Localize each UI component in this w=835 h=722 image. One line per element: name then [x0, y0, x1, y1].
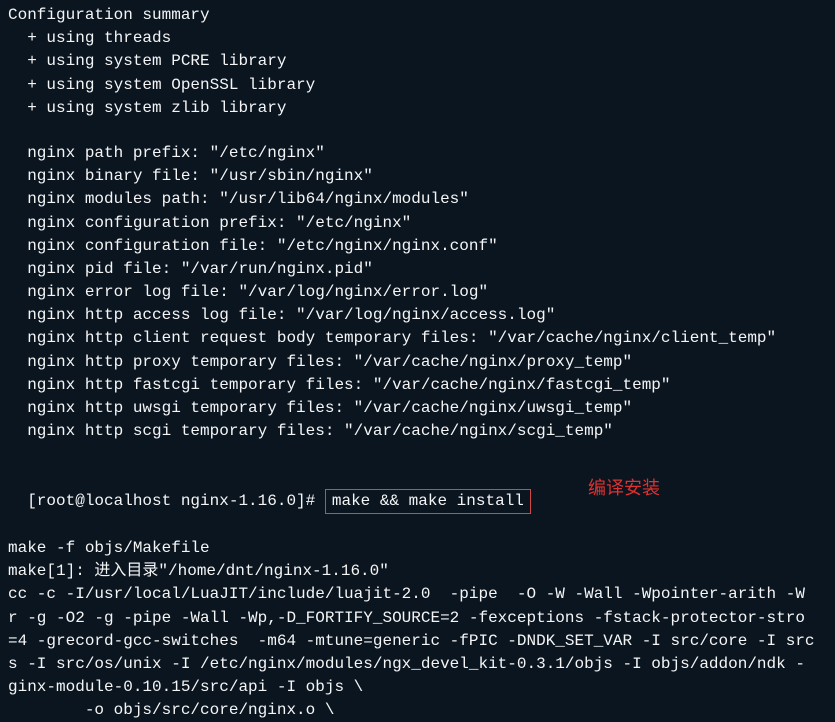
build-output-line: r -g -O2 -g -pipe -Wall -Wp,-D_FORTIFY_S…: [8, 607, 827, 630]
config-line: nginx http client request body temporary…: [8, 327, 827, 350]
build-output-line: ginx-module-0.10.15/src/api -I objs \: [8, 676, 827, 699]
build-output-line: =4 -grecord-gcc-switches -m64 -mtune=gen…: [8, 630, 827, 653]
blank-line: [8, 443, 827, 465]
annotation-label: 编译安装: [588, 475, 660, 501]
config-line: nginx http uwsgi temporary files: "/var/…: [8, 397, 827, 420]
config-line: nginx error log file: "/var/log/nginx/er…: [8, 281, 827, 304]
blank-line: [8, 120, 827, 142]
config-line: nginx configuration prefix: "/etc/nginx": [8, 212, 827, 235]
config-line: nginx binary file: "/usr/sbin/nginx": [8, 165, 827, 188]
config-line: nginx configuration file: "/etc/nginx/ng…: [8, 235, 827, 258]
config-line: nginx http scgi temporary files: "/var/c…: [8, 420, 827, 443]
summary-item: + using system zlib library: [8, 97, 827, 120]
command-text: make && make install: [332, 492, 524, 510]
config-line: nginx pid file: "/var/run/nginx.pid": [8, 258, 827, 281]
summary-item: + using system OpenSSL library: [8, 74, 827, 97]
build-output-line: make -f objs/Makefile: [8, 537, 827, 560]
config-line: nginx modules path: "/usr/lib64/nginx/mo…: [8, 188, 827, 211]
build-output-line: cc -c -I/usr/local/LuaJIT/include/luajit…: [8, 583, 827, 606]
config-summary-header: Configuration summary: [8, 4, 827, 27]
build-output-line: -o objs/src/core/nginx.o \: [8, 699, 827, 722]
summary-item: + using threads: [8, 27, 827, 50]
config-line: nginx path prefix: "/etc/nginx": [8, 142, 827, 165]
config-line: nginx http proxy temporary files: "/var/…: [8, 351, 827, 374]
command-highlight-box: make && make install: [325, 489, 531, 514]
build-output-line: make[1]: 进入目录"/home/dnt/nginx-1.16.0": [8, 560, 827, 583]
summary-item: + using system PCRE library: [8, 50, 827, 73]
shell-prompt-line[interactable]: [root@localhost nginx-1.16.0]# make && m…: [8, 465, 827, 537]
config-line: nginx http access log file: "/var/log/ng…: [8, 304, 827, 327]
config-line: nginx http fastcgi temporary files: "/va…: [8, 374, 827, 397]
build-output-line: s -I src/os/unix -I /etc/nginx/modules/n…: [8, 653, 827, 676]
shell-prompt: [root@localhost nginx-1.16.0]#: [27, 492, 325, 510]
